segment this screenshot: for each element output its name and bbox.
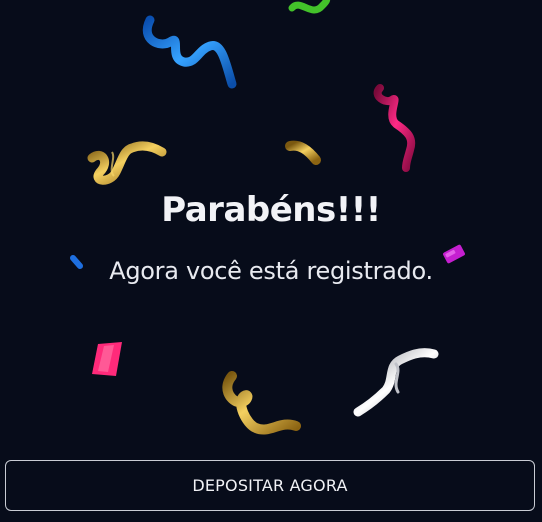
confetti-blue-ribbon (143, 15, 237, 89)
congratulations-heading: Parabéns!!! (161, 190, 381, 230)
deposit-now-button[interactable]: DEPOSITAR AGORA (5, 460, 535, 511)
confetti-gold-piece (285, 140, 321, 165)
confetti-green-ribbon (288, 0, 331, 14)
registered-message: Agora você está registrado. (109, 257, 433, 285)
confetti-pink-piece (92, 342, 122, 376)
registration-success-screen: Parabéns!!! Agora você está registrado. … (0, 0, 542, 522)
confetti-magenta-ribbon (373, 84, 416, 172)
confetti-gold-ribbon-left (87, 141, 167, 185)
confetti-gold-ribbon-bottom (222, 371, 301, 435)
confetti-silver-ribbon (353, 348, 439, 417)
